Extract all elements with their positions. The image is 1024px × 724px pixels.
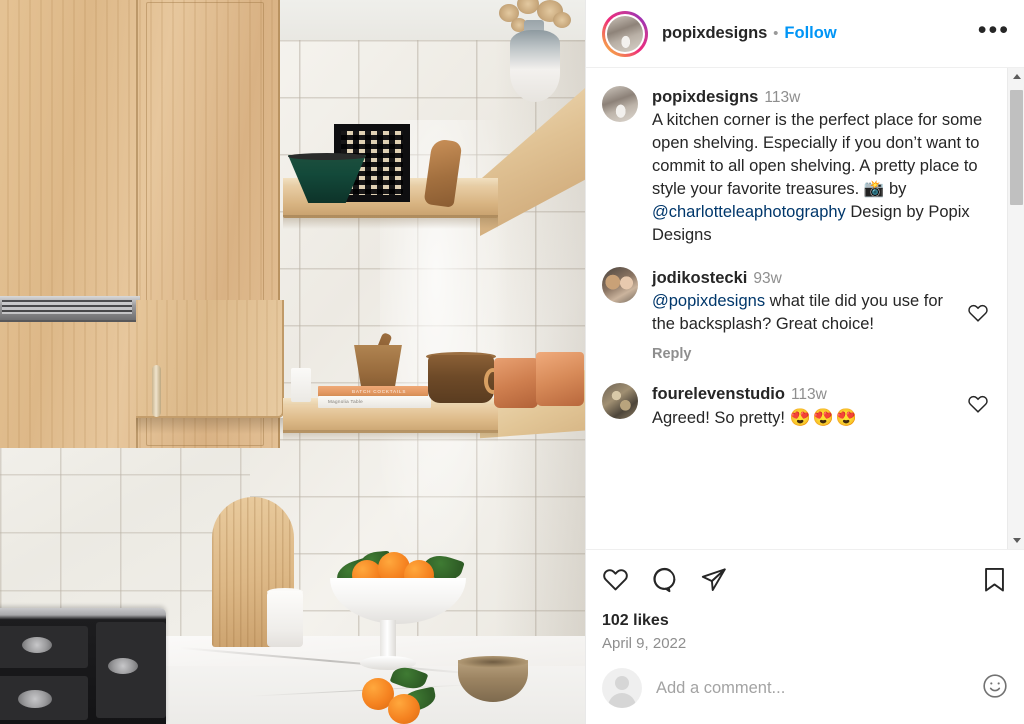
comment-message: Agreed! So pretty! bbox=[652, 409, 790, 427]
comments-scrollbar[interactable] bbox=[1007, 68, 1024, 549]
comment-text: fourelevenstudio 113w Agreed! So pretty! … bbox=[652, 383, 959, 430]
camera-icon: 📸 bbox=[863, 180, 885, 198]
caption-text: popixdesigns 113w A kitchen corner is the… bbox=[652, 86, 991, 247]
heart-icon[interactable] bbox=[967, 393, 991, 420]
post-photo[interactable]: BATCH COCKTAILS Magnolia Table bbox=[0, 0, 585, 724]
caption-mention[interactable]: @charlotteleaphotography bbox=[652, 203, 846, 221]
cabinet-handle bbox=[152, 365, 161, 417]
caption-avatar[interactable] bbox=[602, 86, 638, 122]
floating-shelf-lower-shadow bbox=[283, 430, 498, 442]
comment-avatar[interactable] bbox=[602, 383, 638, 419]
cookbook-white-title: Magnolia Table bbox=[328, 399, 364, 404]
add-comment-input[interactable] bbox=[656, 678, 982, 698]
comment-body: jodikostecki 93w @popixdesigns what tile … bbox=[652, 267, 959, 363]
heart-eyes-emoji: 😍😍😍 bbox=[789, 408, 860, 427]
triangle-up-icon bbox=[1012, 74, 1021, 79]
header-username[interactable]: popixdesigns bbox=[662, 24, 767, 43]
post-actions: 102 likes April 9, 2022 bbox=[586, 550, 1024, 652]
header-separator: • bbox=[773, 25, 779, 42]
follow-button[interactable]: Follow bbox=[784, 24, 836, 43]
comments-scroll-region: popixdesigns 113w A kitchen corner is the… bbox=[586, 68, 1024, 550]
floating-shelf-lower bbox=[283, 405, 498, 433]
clementine bbox=[388, 694, 420, 724]
caption-body: popixdesigns 113w A kitchen corner is the… bbox=[652, 86, 991, 247]
cabinet-drop-shadow bbox=[136, 418, 286, 434]
triangle-down-icon bbox=[1012, 538, 1021, 543]
gas-burner-1 bbox=[22, 637, 52, 653]
gas-burner-2 bbox=[18, 690, 52, 708]
scroll-down-arrow[interactable] bbox=[1008, 532, 1024, 549]
more-options-icon[interactable]: ••• bbox=[978, 17, 1010, 43]
green-bowl-rim bbox=[288, 153, 366, 160]
woven-bowl-rim bbox=[458, 656, 528, 668]
caption-username[interactable]: popixdesigns bbox=[652, 88, 758, 106]
comment-username[interactable]: jodikostecki bbox=[652, 269, 747, 287]
ceramic-vase bbox=[510, 30, 560, 102]
add-comment-bar bbox=[586, 652, 1024, 724]
comment-text: jodikostecki 93w @popixdesigns what tile … bbox=[652, 267, 959, 336]
avatar-ring-inner bbox=[605, 13, 645, 54]
comment-time: 93w bbox=[753, 270, 782, 287]
caption-time: 113w bbox=[764, 89, 801, 106]
white-candle bbox=[291, 368, 311, 402]
scroll-up-arrow[interactable] bbox=[1008, 68, 1024, 85]
reply-button[interactable]: Reply bbox=[652, 346, 692, 362]
likes-count[interactable]: 102 likes bbox=[602, 612, 1008, 630]
caption-text-before: A kitchen corner is the perfect place fo… bbox=[652, 111, 983, 198]
scrollbar-thumb[interactable] bbox=[1010, 90, 1023, 205]
comment-icon[interactable] bbox=[651, 566, 678, 598]
bookmark-icon[interactable] bbox=[981, 566, 1008, 598]
profile-avatar-ring[interactable] bbox=[602, 10, 648, 57]
range-hood-vents bbox=[2, 300, 132, 314]
default-user-avatar bbox=[602, 668, 642, 708]
emoji-picker-icon[interactable] bbox=[982, 673, 1008, 704]
instagram-post-embed: BATCH COCKTAILS Magnolia Table popixdesi… bbox=[0, 0, 1024, 724]
comment-username[interactable]: fourelevenstudio bbox=[652, 385, 785, 403]
avatar bbox=[607, 15, 643, 52]
comments-list: popixdesigns 113w A kitchen corner is the… bbox=[586, 68, 1007, 549]
heart-icon[interactable] bbox=[967, 302, 991, 329]
share-icon[interactable] bbox=[700, 566, 727, 598]
floating-shelf-upper-shadow bbox=[283, 215, 498, 229]
post-date: April 9, 2022 bbox=[602, 635, 687, 652]
action-icon-row bbox=[602, 566, 1008, 598]
comment-avatar[interactable] bbox=[602, 267, 638, 303]
comment-item: jodikostecki 93w @popixdesigns what tile … bbox=[602, 267, 991, 363]
comment-mention[interactable]: @popixdesigns bbox=[652, 292, 765, 310]
copper-mug-1 bbox=[494, 358, 538, 408]
like-icon[interactable] bbox=[602, 566, 629, 598]
post-header: popixdesigns • Follow ••• bbox=[586, 0, 1024, 68]
post-detail-panel: popixdesigns • Follow ••• popixdesigns 11… bbox=[585, 0, 1024, 724]
gas-burner-3 bbox=[108, 658, 138, 674]
copper-mug-2 bbox=[536, 352, 584, 406]
post-caption: popixdesigns 113w A kitchen corner is the… bbox=[602, 86, 991, 247]
comment-item: fourelevenstudio 113w Agreed! So pretty! … bbox=[602, 383, 991, 430]
comment-time: 113w bbox=[790, 386, 827, 403]
caption-text-mid: by bbox=[884, 180, 907, 198]
comment-body: fourelevenstudio 113w Agreed! So pretty! … bbox=[652, 383, 959, 430]
marble-canister bbox=[267, 591, 303, 647]
